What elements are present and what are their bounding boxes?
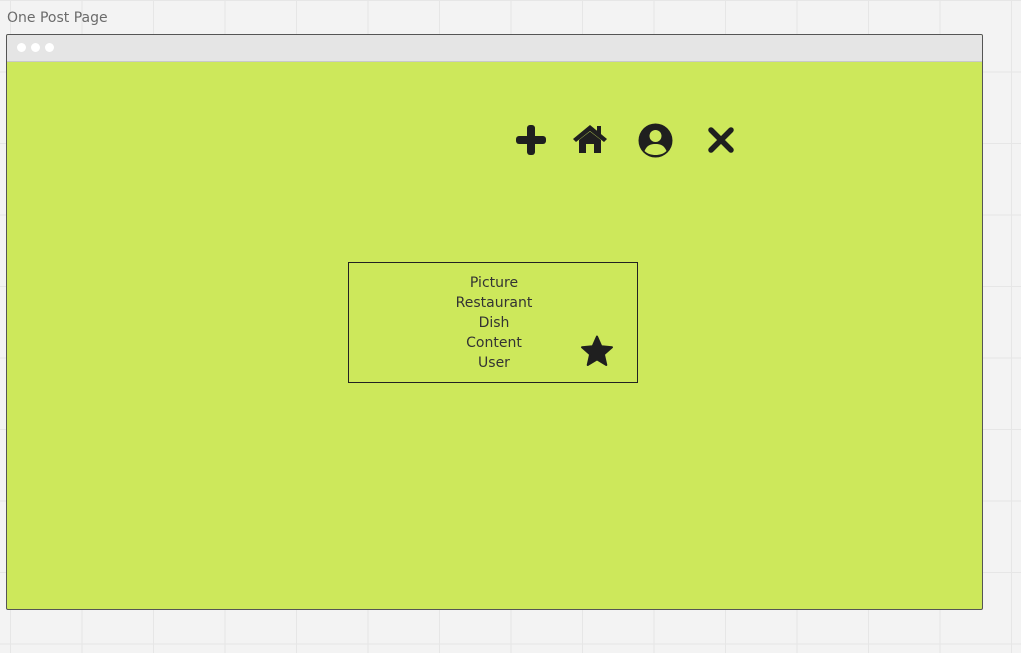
post-restaurant-label: Restaurant bbox=[455, 295, 533, 311]
post-card[interactable]: Picture Restaurant Dish Content User bbox=[348, 262, 638, 383]
home-icon[interactable] bbox=[572, 123, 608, 155]
post-picture-label: Picture bbox=[469, 275, 519, 291]
frame-title: One Post Page bbox=[7, 10, 108, 26]
window-control-dot[interactable] bbox=[31, 43, 40, 52]
user-circle-icon[interactable] bbox=[638, 123, 673, 158]
window-control-dot[interactable] bbox=[45, 43, 54, 52]
browser-titlebar bbox=[7, 35, 982, 62]
browser-window: Picture Restaurant Dish Content User bbox=[6, 34, 983, 610]
close-icon[interactable] bbox=[708, 127, 734, 153]
star-icon[interactable] bbox=[580, 335, 614, 368]
post-dish-label: Dish bbox=[478, 315, 510, 331]
plus-icon[interactable] bbox=[515, 124, 547, 156]
window-control-dot[interactable] bbox=[17, 43, 26, 52]
